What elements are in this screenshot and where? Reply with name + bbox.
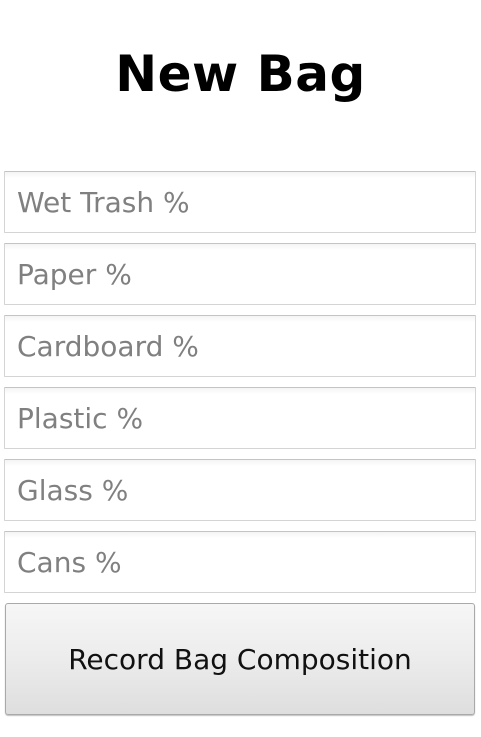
cans-field[interactable] [4, 531, 476, 593]
record-bag-composition-button[interactable]: Record Bag Composition [5, 603, 475, 715]
glass-field[interactable] [4, 459, 476, 521]
paper-input[interactable] [5, 244, 475, 304]
plastic-field[interactable] [4, 387, 476, 449]
new-bag-screen: New Bag Record Bag Composition [0, 0, 481, 737]
paper-field[interactable] [4, 243, 476, 305]
cardboard-field[interactable] [4, 315, 476, 377]
page-title: New Bag [115, 45, 366, 103]
cans-input[interactable] [5, 532, 475, 592]
wet-trash-field[interactable] [4, 171, 476, 233]
cardboard-input[interactable] [5, 316, 475, 376]
glass-input[interactable] [5, 460, 475, 520]
plastic-input[interactable] [5, 388, 475, 448]
wet-trash-input[interactable] [5, 172, 475, 232]
